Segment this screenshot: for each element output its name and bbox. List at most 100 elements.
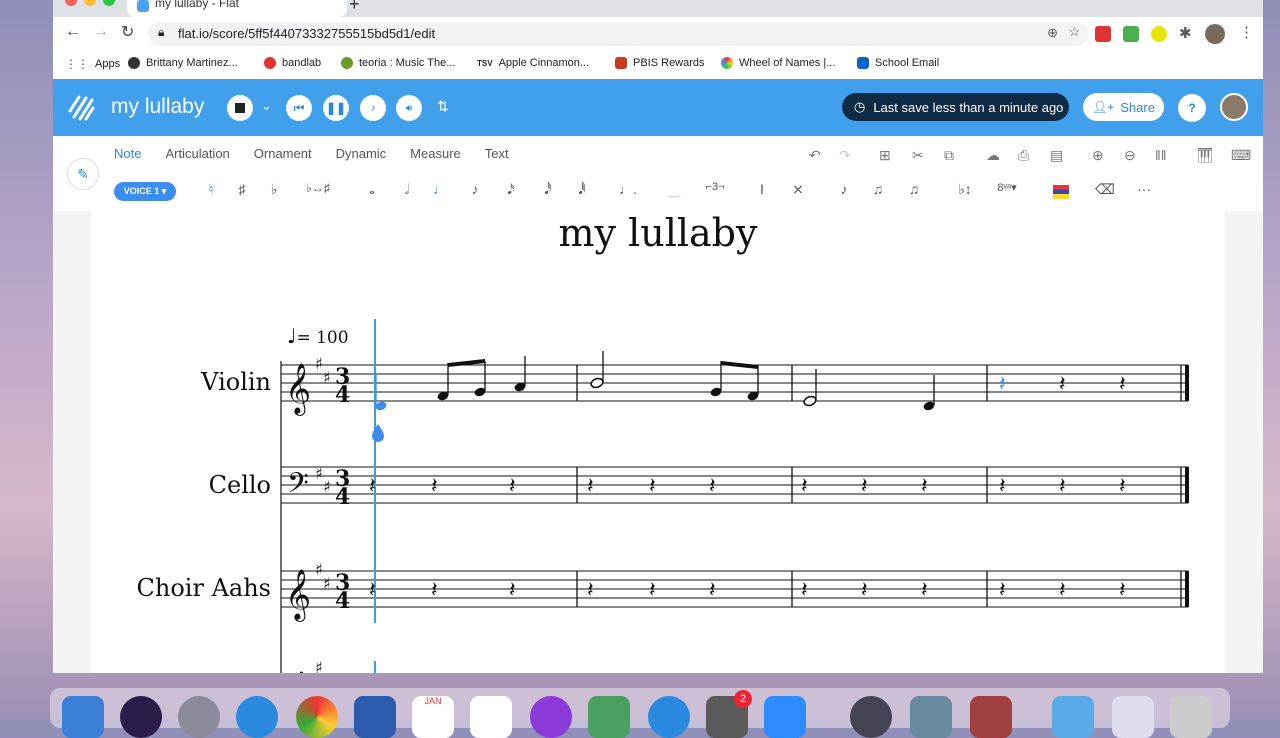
metronome-button[interactable]: ♪ [360, 95, 386, 121]
more-options-icon[interactable]: ··· [1135, 181, 1153, 197]
ottava-icon[interactable]: 8ᵛᵃ▾ [993, 181, 1021, 194]
voice-selector[interactable]: VOICE 1 ▾ [114, 182, 176, 201]
word-icon[interactable] [354, 696, 396, 738]
browser-tab[interactable]: my lullaby - Flat [127, 0, 347, 17]
natural-icon[interactable]: ♮ [202, 181, 220, 198]
safari-icon[interactable] [236, 696, 278, 738]
cursor-icon[interactable]: I [753, 181, 771, 197]
delete-icon[interactable]: ⌫ [1095, 181, 1115, 198]
profile-avatar[interactable] [1205, 24, 1225, 44]
keyboard-icon[interactable]: ⌨ [1231, 147, 1251, 164]
score-title-header[interactable]: my lullaby [111, 95, 204, 119]
install-icon[interactable]: ⊕ [1047, 25, 1058, 41]
puzzle-icon[interactable]: ✱ [1179, 24, 1192, 42]
flat-icon[interactable]: ♭ [265, 181, 283, 198]
redo-icon[interactable]: ↷ [839, 147, 851, 164]
tab-articulation[interactable]: Articulation [165, 146, 229, 161]
pause-button[interactable]: ❚❚ [323, 95, 349, 121]
app-store-icon[interactable] [648, 696, 690, 738]
preview-icon[interactable] [910, 696, 952, 738]
tuplet-icon[interactable]: ⌐3¬ [701, 181, 729, 193]
32nd-note-icon[interactable]: 𝅘𝅥𝅰 [539, 181, 557, 198]
enharmonic-icon[interactable]: ♭↔♯ [301, 181, 335, 195]
add-measure-icon[interactable]: ⊞ [879, 147, 891, 164]
reload-icon[interactable]: ↻ [121, 22, 134, 42]
url-omnibox[interactable]: 🔒︎ flat.io/score/5ff5f44073332755515bd5d… [148, 22, 1088, 46]
dotted-note-icon[interactable]: ♩. [619, 181, 637, 197]
minimize-window-button[interactable] [84, 0, 96, 6]
share-button[interactable]: 👤︎+ Share [1083, 93, 1164, 121]
cut-icon[interactable]: ✂ [912, 147, 924, 164]
staff-notation[interactable]: 𝄞 𝄢 𝄞 ♯♯ ♯♯ ♯♯ 34 34 34 𝄽 𝄽 𝄽 𝄽 𝄽 𝄽 𝄽 𝄽 … [91, 211, 1225, 673]
beam-icon[interactable]: ♫ [869, 181, 887, 197]
mixer-icon[interactable]: ⇅ [437, 98, 449, 115]
bookmark-1[interactable]: Brittany Martinez... [128, 57, 238, 69]
chrome-menu-icon[interactable]: ⋮ [1239, 23, 1254, 41]
stop-button[interactable] [227, 95, 253, 121]
sixteenth-note-icon[interactable]: 𝅘𝅥𝅯 [502, 181, 520, 198]
pen-mode-icon[interactable]: ✎ [67, 158, 99, 190]
64th-note-icon[interactable]: 𝅘𝅥𝅱 [573, 181, 591, 198]
tie-icon[interactable]: ‿ [665, 181, 683, 198]
tab-dynamic[interactable]: Dynamic [336, 146, 387, 161]
tab-measure[interactable]: Measure [410, 146, 461, 161]
extension-icon-3[interactable] [1151, 26, 1167, 42]
siri-icon[interactable] [120, 696, 162, 738]
bookmark-2[interactable]: bandlab [264, 57, 321, 69]
copy-icon[interactable]: ⧉ [944, 147, 954, 164]
bookmark-5[interactable]: PBIS Rewards [615, 57, 705, 69]
extension-icon-1[interactable] [1095, 26, 1111, 42]
screenshot-stack-icon[interactable] [1112, 696, 1154, 738]
zoom-window-button[interactable] [103, 0, 115, 6]
zoom-in-icon[interactable]: ⊕ [1092, 147, 1104, 164]
flip-stem-icon[interactable]: ♭↕ [953, 181, 977, 198]
view-mode-icon[interactable]: ‖‖ [1155, 147, 1167, 163]
flat-logo-icon[interactable] [67, 93, 95, 121]
downloads-folder-icon[interactable] [1052, 696, 1094, 738]
layout-icon[interactable]: ▤ [1050, 147, 1063, 164]
zoom-out-icon[interactable]: ⊖ [1124, 147, 1136, 164]
quarter-note-icon[interactable]: ♩ [431, 181, 449, 197]
grace-note-icon[interactable]: ♪ [835, 181, 853, 197]
calendar-icon[interactable]: JAN [412, 696, 454, 738]
volume-button[interactable]: 🔊︎ [396, 95, 422, 121]
forward-icon[interactable]: → [93, 23, 109, 41]
help-button[interactable]: ? [1178, 94, 1206, 122]
note-input-handle[interactable] [372, 424, 384, 442]
bookmark-7[interactable]: School Email [857, 57, 939, 69]
bookmark-3[interactable]: teoria : Music The... [341, 57, 455, 69]
bookmark-star-icon[interactable]: ☆ [1068, 24, 1080, 40]
eighth-note-icon[interactable]: ♪ [466, 181, 484, 197]
back-icon[interactable]: ← [65, 23, 81, 41]
photo-booth-icon[interactable] [970, 696, 1012, 738]
new-tab-button[interactable]: + [349, 0, 360, 15]
half-note-icon[interactable]: 𝅗𝅥 [398, 181, 416, 198]
podcasts-icon[interactable] [530, 696, 572, 738]
system-preferences-icon[interactable]: 2 [706, 690, 752, 738]
sharp-icon[interactable]: ♯ [233, 181, 251, 197]
playback-dropdown-icon[interactable]: ⌄ [261, 98, 272, 114]
tab-note[interactable]: Note [114, 146, 141, 161]
unbeam-icon[interactable]: ♫ [905, 181, 923, 197]
trash-icon[interactable] [1170, 696, 1212, 738]
rewind-button[interactable]: ⏮︎ [286, 95, 312, 121]
launchpad-icon[interactable] [178, 696, 220, 738]
zoom-icon[interactable] [764, 696, 806, 738]
extension-icon-2[interactable] [1123, 26, 1139, 42]
undo-icon[interactable]: ↶ [809, 147, 821, 164]
bookmark-apps[interactable]: ⋮⋮ Apps [65, 57, 120, 71]
screen-recorder-icon[interactable] [850, 696, 892, 738]
tab-ornament[interactable]: Ornament [254, 146, 312, 161]
app-icon[interactable] [588, 696, 630, 738]
bookmark-6[interactable]: Wheel of Names |... [721, 57, 835, 69]
finder-icon[interactable] [62, 696, 104, 738]
close-window-button[interactable] [65, 0, 77, 6]
chrome-icon[interactable] [296, 696, 338, 738]
piano-icon[interactable]: 🎹︎ [1196, 147, 1214, 164]
cloud-save-icon[interactable]: ☁ [986, 147, 1000, 164]
remove-note-icon[interactable]: ⨯ [789, 181, 807, 198]
whole-note-icon[interactable]: 𝅝 [363, 181, 381, 198]
bookmark-4[interactable]: TSV Apple Cinnamon... [477, 57, 589, 69]
score-page[interactable]: my lullaby Violin Cello Choir Aahs ♩= 10… [91, 211, 1225, 673]
tab-text[interactable]: Text [485, 146, 509, 161]
